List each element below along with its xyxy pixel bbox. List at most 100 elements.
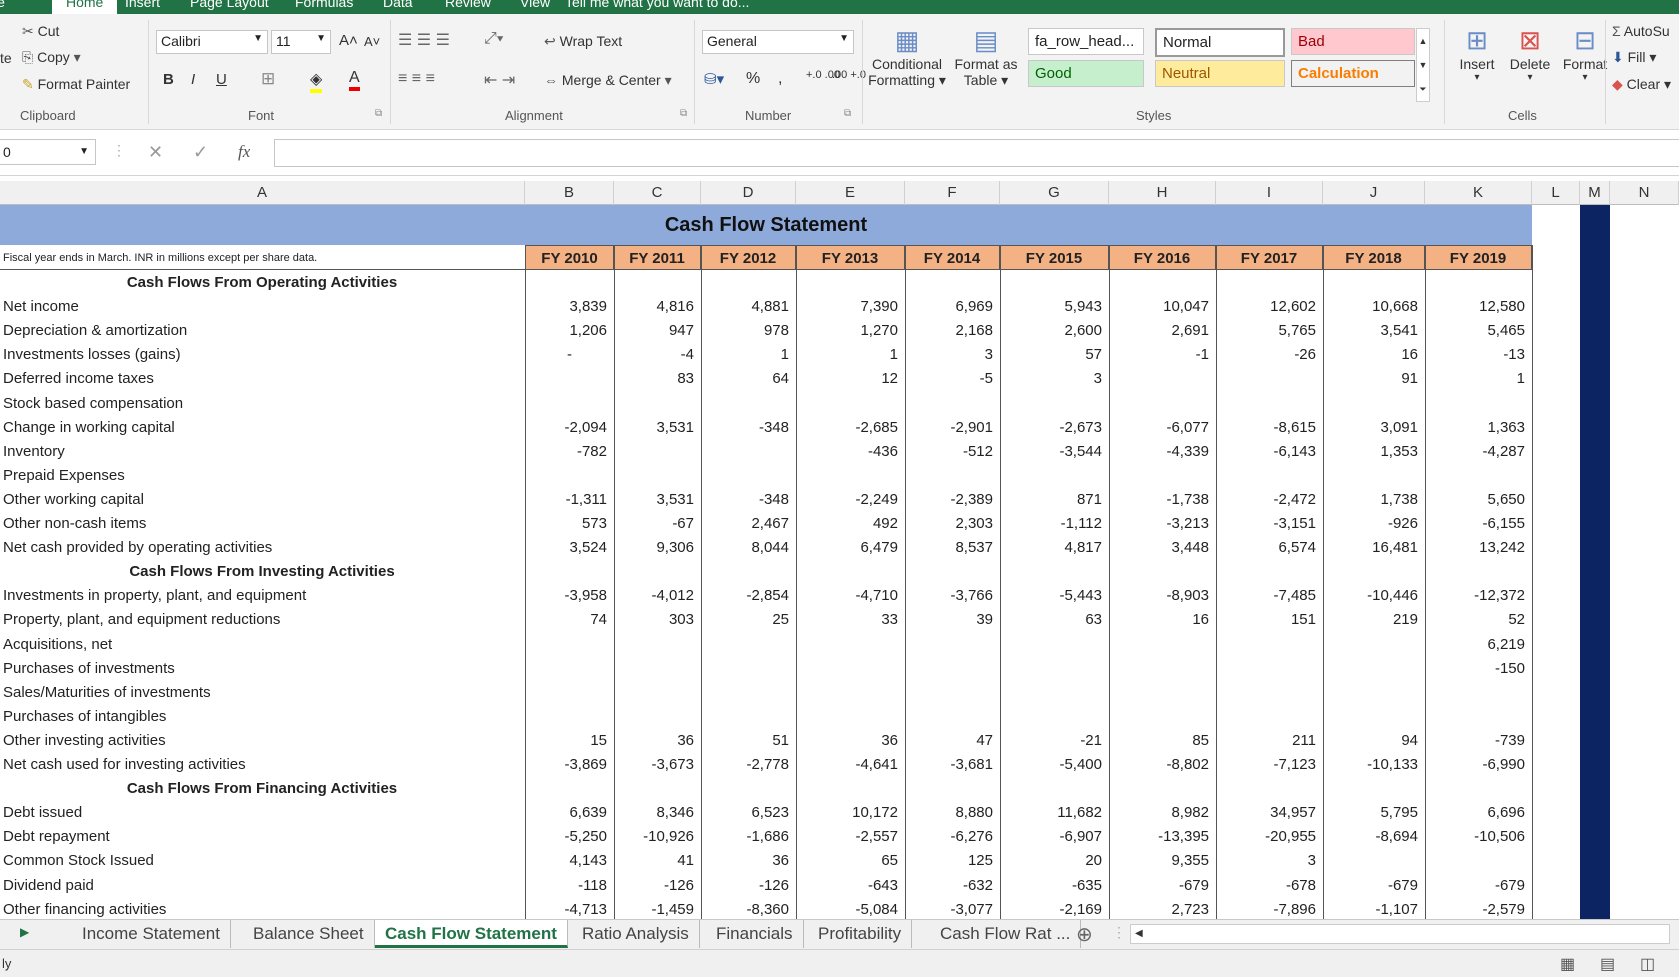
value-cell[interactable]: -635 [1000,874,1109,898]
value-cell[interactable]: 3,531 [614,488,701,512]
value-cell[interactable]: -1,107 [1323,898,1425,919]
value-cell[interactable]: 151 [1216,608,1323,632]
indent-icon[interactable]: ⇤ ⇥ [484,70,515,90]
value-cell[interactable]: 5,795 [1323,801,1425,825]
column-header[interactable]: K [1425,181,1532,205]
value-cell[interactable]: -126 [701,874,796,898]
value-cell[interactable]: -2,685 [796,416,905,440]
row-label[interactable]: Other investing activities [3,729,166,753]
value-cell[interactable]: 3 [1216,849,1323,873]
font-color-icon[interactable]: A [349,69,360,91]
value-cell[interactable]: 63 [1000,608,1109,632]
value-cell[interactable]: 1,270 [796,319,905,343]
value-cell[interactable]: -2,249 [796,488,905,512]
value-cell[interactable]: 1 [1425,367,1532,391]
ribbon-tab[interactable]: Insert [125,0,160,10]
decrease-decimal-button[interactable]: .00 +.0 [832,70,866,81]
value-cell[interactable]: -926 [1323,512,1425,536]
sheet-tab[interactable]: Profitability [808,920,913,948]
column-header[interactable]: C [614,181,701,205]
value-cell[interactable]: 5,650 [1425,488,1532,512]
value-cell[interactable]: 1 [796,343,905,367]
copy-button[interactable]: ⎘ Copy ▾ [22,49,81,66]
value-cell[interactable]: 9,306 [614,536,701,560]
font-size-select[interactable]: 11 ▼ [271,30,331,54]
row-label[interactable]: Other working capital [3,488,144,512]
styles-gallery-scroll[interactable]: ▲ ▼ ⏷ [1416,28,1430,102]
row-label[interactable]: Inventory [3,440,65,464]
formula-input[interactable] [274,139,1679,167]
value-cell[interactable]: -679 [1109,874,1216,898]
sheet-tab[interactable]: Cash Flow Statement [375,920,568,948]
value-cell[interactable]: 2,467 [701,512,796,536]
ribbon-tab[interactable]: Data [383,0,413,10]
value-cell[interactable]: 20 [1000,849,1109,873]
value-cell[interactable]: -4 [614,343,701,367]
value-cell[interactable]: -1,311 [525,488,614,512]
value-cell[interactable]: -6,990 [1425,753,1532,777]
underline-button[interactable]: U [216,71,227,88]
value-cell[interactable]: -6,907 [1000,825,1109,849]
value-cell[interactable]: -8,802 [1109,753,1216,777]
value-cell[interactable]: -512 [905,440,1000,464]
value-cell[interactable]: -5 [905,367,1000,391]
value-cell[interactable]: -1,459 [614,898,701,919]
cell-style-option[interactable]: Calculation [1291,60,1415,87]
row-label[interactable]: Change in working capital [3,416,175,440]
value-cell[interactable]: 16 [1323,343,1425,367]
column-header[interactable]: M [1580,181,1610,205]
column-header[interactable]: E [796,181,905,205]
insert-function-icon[interactable]: fx [238,142,250,162]
value-cell[interactable]: 12,580 [1425,295,1532,319]
column-header[interactable]: H [1109,181,1216,205]
decrease-font-size-button[interactable]: A˅ [364,34,380,49]
italic-button[interactable]: I [191,71,195,88]
value-cell[interactable]: -2,557 [796,825,905,849]
value-cell[interactable]: -7,123 [1216,753,1323,777]
cell-style-option[interactable]: Good [1028,60,1144,87]
number-format-select[interactable]: General ▼ [702,30,854,54]
value-cell[interactable]: 1,738 [1323,488,1425,512]
value-cell[interactable]: -5,443 [1000,584,1109,608]
cut-button[interactable]: ✂ Cut [22,23,59,40]
value-cell[interactable]: 6,639 [525,801,614,825]
row-label[interactable]: Investments losses (gains) [3,343,181,367]
value-cell[interactable]: 871 [1000,488,1109,512]
enter-icon[interactable]: ✓ [193,142,208,163]
cell-style-option[interactable]: fa_row_head... [1028,28,1144,55]
ribbon-tab[interactable]: Home [52,0,118,14]
value-cell[interactable]: 4,816 [614,295,701,319]
ribbon-tab[interactable]: le [0,0,5,10]
cell-style-option[interactable]: Neutral [1155,60,1285,87]
value-cell[interactable]: 41 [614,849,701,873]
value-cell[interactable]: -13,395 [1109,825,1216,849]
value-cell[interactable]: -3,151 [1216,512,1323,536]
value-cell[interactable]: -5,084 [796,898,905,919]
value-cell[interactable]: 3,091 [1323,416,1425,440]
ribbon-tab[interactable]: Formulas [295,0,353,10]
value-cell[interactable]: 94 [1323,729,1425,753]
value-cell[interactable]: -118 [525,874,614,898]
value-cell[interactable]: 64 [701,367,796,391]
value-cell[interactable]: 2,168 [905,319,1000,343]
value-cell[interactable]: -5,400 [1000,753,1109,777]
merge-center-button[interactable]: ⇔ Merge & Center ▾ [544,72,672,89]
value-cell[interactable]: -3,673 [614,753,701,777]
value-cell[interactable]: -4,641 [796,753,905,777]
value-cell[interactable]: 8,982 [1109,801,1216,825]
value-cell[interactable]: -67 [614,512,701,536]
ribbon-tab[interactable]: Page Layout [190,0,269,10]
value-cell[interactable]: 47 [905,729,1000,753]
value-cell[interactable]: -5,250 [525,825,614,849]
column-header[interactable]: F [905,181,1000,205]
value-cell[interactable]: 3,448 [1109,536,1216,560]
align-top-icon[interactable]: ☰ ☰ ☰ [398,30,450,50]
value-cell[interactable]: 10,668 [1323,295,1425,319]
section-heading[interactable]: Cash Flows From Operating Activities [0,271,524,295]
insert-button[interactable]: ⊞ Insert ▾ [1452,24,1502,83]
value-cell[interactable]: 8,346 [614,801,701,825]
fill-color-icon[interactable]: ◈ [310,69,323,93]
borders-icon[interactable]: ⊞ [261,69,275,89]
value-cell[interactable]: 8,537 [905,536,1000,560]
row-label[interactable]: Net cash provided by operating activitie… [3,536,272,560]
